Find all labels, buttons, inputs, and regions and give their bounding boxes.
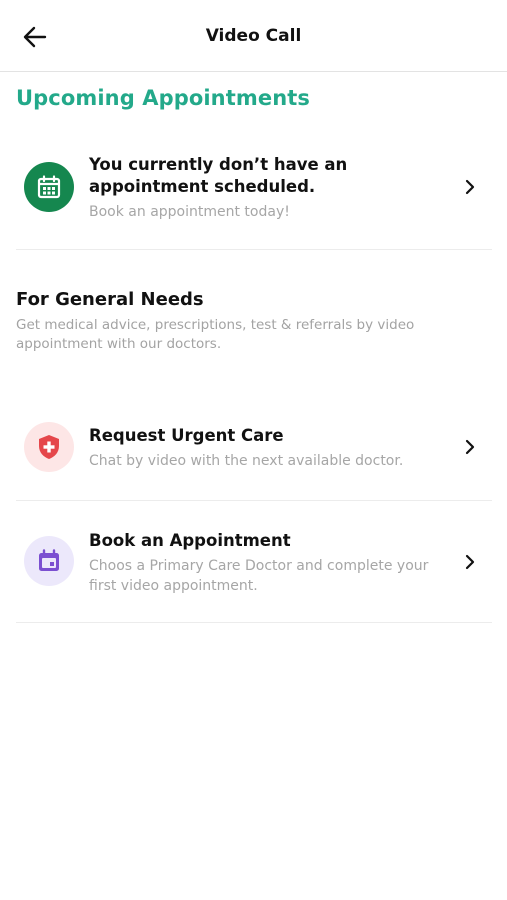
- request-urgent-care-item[interactable]: Request Urgent Care Chat by video with t…: [16, 394, 492, 501]
- no-appointment-subtitle: Book an appointment today!: [89, 204, 290, 220]
- calendar-icon: [37, 175, 61, 199]
- book-appointment-subtitle: Choos a Primary Care Doctor and complete…: [89, 558, 429, 594]
- no-appointment-card[interactable]: You currently don’t have an appointment …: [16, 128, 492, 250]
- book-appointment-item[interactable]: Book an Appointment Choos a Primary Care…: [16, 501, 492, 623]
- general-needs-title: For General Needs: [16, 289, 204, 310]
- shield-plus-icon: [39, 435, 59, 459]
- page-title: Video Call: [205, 26, 302, 46]
- request-urgent-care-title: Request Urgent Care: [89, 426, 284, 445]
- chevron-right-icon: [462, 439, 478, 455]
- calendar-icon-badge: [24, 536, 74, 586]
- calendar-icon-badge: [24, 162, 74, 212]
- request-urgent-care-subtitle: Chat by video with the next available do…: [89, 453, 404, 469]
- no-appointment-title: You currently don’t have an appointment …: [89, 155, 348, 196]
- shield-icon-badge: [24, 422, 74, 472]
- upcoming-appointments-heading: Upcoming Appointments: [16, 86, 310, 110]
- book-appointment-title: Book an Appointment: [89, 531, 291, 550]
- general-needs-subtitle: Get medical advice, prescriptions, test …: [16, 317, 415, 352]
- chevron-right-icon: [462, 554, 478, 570]
- calendar-icon: [39, 549, 59, 571]
- app-header: Video Call: [0, 0, 507, 72]
- chevron-right-icon: [462, 179, 478, 195]
